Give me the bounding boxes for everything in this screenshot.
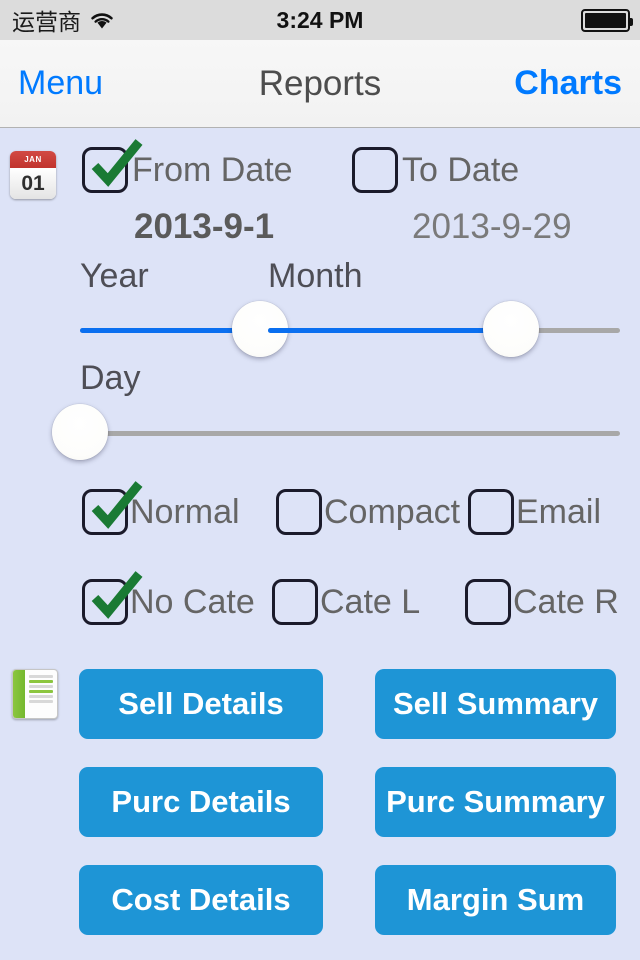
status-bar-right — [581, 0, 633, 40]
to-date-value: 2013-9-29 — [412, 207, 572, 246]
purc-details-button[interactable]: Purc Details — [79, 767, 323, 837]
year-slider-label: Year — [80, 257, 149, 295]
from-date-label: From Date — [132, 150, 293, 189]
battery-fill — [585, 12, 626, 28]
charts-button[interactable]: Charts — [514, 40, 622, 127]
report-button-row: Cost Details Margin Sum — [0, 865, 640, 949]
from-date-checkbox-group[interactable]: From Date — [82, 139, 293, 193]
report-buttons-grid: Sell Details Sell Summary Purc Details P… — [0, 669, 640, 960]
cate-r-label: Cate R — [513, 582, 619, 621]
status-bar-clock: 3:24 PM — [276, 6, 364, 33]
sell-summary-button[interactable]: Sell Summary — [375, 669, 616, 739]
cate-l-checkbox[interactable] — [272, 579, 318, 625]
category-options-row: No Cate Cate L Cate R — [0, 571, 640, 635]
navigation-bar: Menu Reports Charts — [0, 40, 640, 128]
to-date-label: To Date — [402, 150, 520, 189]
normal-label: Normal — [130, 492, 240, 531]
status-bar: 运营商 3:24 PM — [0, 0, 640, 40]
option-cate-l[interactable]: Cate L — [272, 579, 420, 625]
day-slider-track — [80, 431, 620, 436]
no-cate-checkbox[interactable] — [82, 571, 143, 625]
option-cate-r[interactable]: Cate R — [465, 579, 619, 625]
format-options-row: Normal Compact Email — [0, 481, 640, 545]
sell-details-button[interactable]: Sell Details — [79, 669, 323, 739]
email-checkbox[interactable] — [468, 489, 514, 535]
cate-r-checkbox[interactable] — [465, 579, 511, 625]
to-date-checkbox[interactable] — [352, 147, 398, 193]
main-content: JAN 01 From Date To Date 2013-9-1 2013-9… — [0, 129, 640, 960]
from-date-value: 2013-9-1 — [134, 207, 275, 246]
option-normal[interactable]: Normal — [82, 481, 240, 535]
month-slider[interactable] — [268, 301, 620, 361]
purc-summary-button[interactable]: Purc Summary — [375, 767, 616, 837]
month-slider-fill — [268, 328, 511, 333]
day-slider-label: Day — [80, 359, 141, 397]
month-slider-label: Month — [268, 257, 363, 295]
email-label: Email — [516, 492, 602, 531]
from-date-checkbox[interactable] — [82, 139, 143, 193]
battery-icon — [581, 8, 633, 32]
date-toggle-row: From Date To Date — [0, 139, 640, 203]
month-slider-thumb[interactable] — [482, 301, 539, 357]
date-values-row: 2013-9-1 2013-9-29 — [0, 207, 640, 249]
compact-checkbox[interactable] — [276, 489, 322, 535]
app-screen: 运营商 3:24 PM Menu Reports Charts JAN 01 F… — [0, 0, 640, 960]
year-slider[interactable] — [80, 301, 288, 361]
cost-details-button[interactable]: Cost Details — [79, 865, 323, 935]
report-button-row: Sell Details Sell Summary — [0, 669, 640, 753]
report-button-row: Purc Details Purc Summary — [0, 767, 640, 851]
normal-checkbox[interactable] — [82, 481, 143, 535]
day-slider-thumb[interactable] — [52, 404, 108, 460]
compact-label: Compact — [324, 492, 461, 531]
option-no-cate[interactable]: No Cate — [82, 571, 255, 625]
cate-l-label: Cate L — [320, 582, 421, 621]
margin-sum-button[interactable]: Margin Sum — [375, 865, 616, 935]
option-email[interactable]: Email — [468, 489, 601, 535]
option-compact[interactable]: Compact — [276, 489, 460, 535]
to-date-checkbox-group[interactable]: To Date — [352, 147, 519, 193]
day-slider[interactable] — [52, 404, 620, 464]
no-cate-label: No Cate — [130, 582, 255, 621]
